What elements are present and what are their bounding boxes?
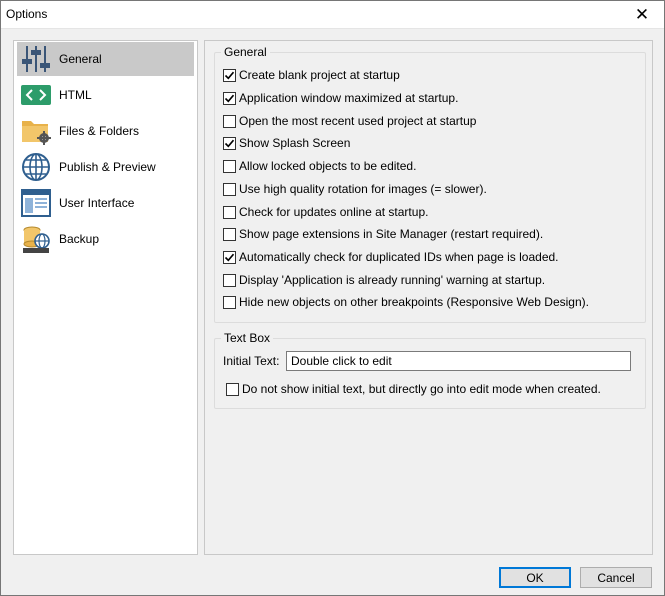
option-open-recent-project[interactable]: Open the most recent used project at sta…	[223, 113, 476, 129]
cancel-button[interactable]: Cancel	[580, 567, 652, 588]
checkbox[interactable]	[223, 273, 236, 287]
checkbox[interactable]	[226, 382, 239, 396]
checkbox[interactable]	[223, 250, 236, 264]
sidebar-item-user-interface[interactable]: User Interface	[17, 186, 194, 220]
option-allow-locked-objects[interactable]: Allow locked objects to be edited.	[223, 158, 416, 174]
option-check-updates[interactable]: Check for updates online at startup.	[223, 204, 428, 220]
option-label: Show page extensions in Site Manager (re…	[239, 227, 544, 241]
checkbox[interactable]	[223, 205, 236, 219]
option-label: Open the most recent used project at sta…	[239, 114, 477, 128]
option-label: Application window maximized at startup.	[239, 91, 459, 105]
code-icon	[19, 78, 53, 112]
option-label: Create blank project at startup	[239, 68, 400, 82]
sidebar-item-label: Publish & Preview	[59, 160, 156, 174]
text-box-group: Text Box	[214, 331, 646, 409]
option-label: Hide new objects on other breakpoints (R…	[239, 295, 589, 309]
sidebar-item-general[interactable]: General	[17, 42, 194, 76]
sidebar-item-label: User Interface	[59, 196, 135, 210]
initial-text-label: Initial Text:	[223, 354, 280, 368]
sidebar-item-label: General	[59, 52, 102, 66]
folder-gear-icon	[19, 114, 53, 148]
option-direct-edit-mode[interactable]: Do not show initial text, but directly g…	[226, 381, 601, 397]
option-hide-new-objects[interactable]: Hide new objects on other breakpoints (R…	[223, 294, 589, 310]
sidebar-item-label: Files & Folders	[59, 124, 140, 138]
sliders-icon	[19, 42, 53, 76]
sidebar-item-html[interactable]: HTML	[17, 78, 194, 112]
sidebar-item-backup[interactable]: Backup	[17, 222, 194, 256]
checkbox[interactable]	[223, 295, 236, 309]
option-label: Display 'Application is already running'…	[239, 273, 546, 287]
sidebar-item-label: Backup	[59, 232, 100, 246]
ok-button[interactable]: OK	[499, 567, 571, 588]
category-list: General HTML Files & Folders Publish & P…	[13, 40, 198, 555]
checkbox[interactable]	[223, 91, 236, 105]
window-icon	[19, 186, 53, 220]
option-label: Check for updates online at startup.	[239, 205, 429, 219]
option-label: Use high quality rotation for images (= …	[239, 182, 487, 196]
database-globe-icon	[19, 222, 53, 256]
option-window-maximized[interactable]: Application window maximized at startup.	[223, 90, 458, 106]
checkbox[interactable]	[223, 136, 236, 150]
group-title: General	[221, 45, 270, 59]
checkbox[interactable]	[223, 182, 236, 196]
globe-icon	[19, 150, 53, 184]
settings-panel: General Create blank project at startup …	[204, 40, 653, 555]
group-title: Text Box	[221, 331, 274, 345]
option-label: Allow locked objects to be edited.	[239, 159, 417, 173]
close-icon[interactable]: ✕	[619, 0, 665, 29]
option-check-duplicate-ids[interactable]: Automatically check for duplicated IDs w…	[223, 249, 559, 265]
option-label: Show Splash Screen	[239, 136, 351, 150]
sidebar-item-files-folders[interactable]: Files & Folders	[17, 114, 194, 148]
checkbox[interactable]	[223, 114, 236, 128]
option-show-page-extensions[interactable]: Show page extensions in Site Manager (re…	[223, 226, 543, 242]
title-bar: Options ✕	[0, 0, 665, 29]
checkbox[interactable]	[223, 159, 236, 173]
option-high-quality-rotation[interactable]: Use high quality rotation for images (= …	[223, 181, 487, 197]
option-label: Do not show initial text, but directly g…	[242, 382, 601, 396]
option-show-splash-screen[interactable]: Show Splash Screen	[223, 135, 350, 151]
initial-text-input[interactable]	[286, 351, 631, 371]
sidebar-item-publish-preview[interactable]: Publish & Preview	[17, 150, 194, 184]
sidebar-item-label: HTML	[59, 88, 92, 102]
option-create-blank-project[interactable]: Create blank project at startup	[223, 67, 400, 83]
option-already-running-warning[interactable]: Display 'Application is already running'…	[223, 272, 545, 288]
checkbox[interactable]	[223, 227, 236, 241]
window-title: Options	[6, 7, 48, 21]
option-label: Automatically check for duplicated IDs w…	[239, 250, 559, 264]
checkbox[interactable]	[223, 68, 236, 82]
